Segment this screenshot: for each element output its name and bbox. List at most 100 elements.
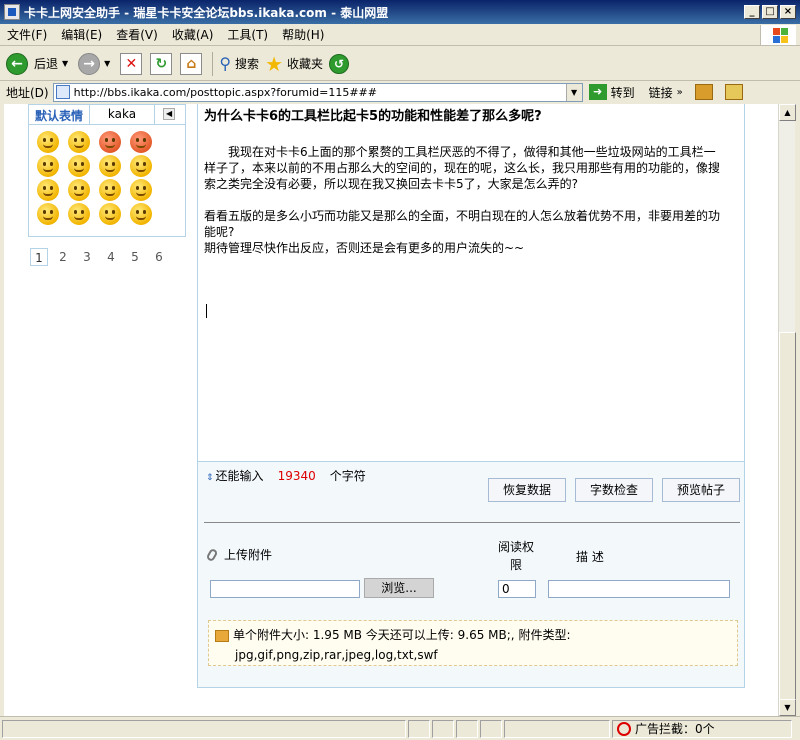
forward-dropdown-icon[interactable]: ▼: [104, 59, 110, 68]
popup-blocker-status[interactable]: 广告拦截：0个: [612, 719, 792, 738]
resize-handle-icon[interactable]: ⇕: [206, 473, 214, 483]
status-cell: [2, 719, 406, 738]
upload-label: 上传附件: [224, 548, 273, 562]
page-link-6[interactable]: 6: [150, 248, 168, 266]
minimize-button[interactable]: _: [744, 5, 760, 19]
smiley-icon[interactable]: [99, 131, 121, 153]
page-content: 默认表情 kaka ◀ 1 2 3 4 5 6 为什么卡卡6的工具栏比起卡5的功…: [4, 104, 778, 716]
back-dropdown-icon[interactable]: ▼: [62, 59, 68, 68]
history-button[interactable]: ↺: [329, 53, 350, 74]
editor-footer: ⇕ 还能输入 19340 个字符 恢复数据 字数检查 预览帖子 上传附件 阅读权限 描…: [197, 462, 745, 688]
page-link-5[interactable]: 5: [126, 248, 144, 266]
tab-kaka-smileys[interactable]: kaka: [89, 105, 156, 124]
status-cell: [480, 719, 502, 738]
smiley-icon[interactable]: [37, 203, 59, 225]
smiley-icon[interactable]: [37, 131, 59, 153]
smiley-icon[interactable]: [130, 179, 152, 201]
browser-icon: [4, 4, 20, 20]
address-label: 地址(D): [6, 85, 49, 100]
restore-data-button[interactable]: 恢复数据: [488, 478, 566, 502]
smiley-icon[interactable]: [68, 131, 90, 153]
page-link-2[interactable]: 2: [54, 248, 72, 266]
status-cell: [408, 719, 430, 738]
smiley-icon[interactable]: [99, 203, 121, 225]
smiley-icon[interactable]: [130, 155, 152, 177]
tab-scroll-left-icon[interactable]: ◀: [163, 108, 176, 120]
favorites-label: 收藏夹: [287, 57, 324, 71]
address-dropdown-icon[interactable]: ▼: [565, 83, 582, 101]
address-bar: 地址(D) http://bbs.ikaka.com/posttopic.asp…: [0, 82, 800, 102]
close-button[interactable]: ×: [780, 5, 796, 19]
smiley-pager: 1 2 3 4 5 6: [30, 248, 168, 266]
scroll-up-icon[interactable]: ▲: [779, 104, 796, 121]
menu-file[interactable]: 文件(F): [0, 26, 54, 43]
read-permission-input[interactable]: 0: [498, 580, 536, 598]
file-path-input[interactable]: [210, 580, 360, 598]
stop-icon[interactable]: ✕: [120, 52, 143, 75]
smiley-icon[interactable]: [68, 203, 90, 225]
post-editor[interactable]: 为什么卡卡6的工具栏比起卡5的功能和性能差了那么多呢? 我现在对卡卡6上面的那个…: [197, 104, 745, 462]
post-paragraph: 看看五版的是多么小巧而功能又是那么的全面，不明白现在的人怎么放着优势不用，非要用…: [204, 209, 721, 239]
back-button[interactable]: ← 后退 ▼: [6, 52, 72, 75]
maximize-button[interactable]: □: [762, 5, 778, 19]
scroll-down-icon[interactable]: ▼: [779, 699, 796, 716]
back-label: 后退: [34, 57, 59, 71]
browse-button[interactable]: 浏览...: [364, 578, 434, 598]
links-button[interactable]: 链接: [649, 84, 673, 101]
lock-icon[interactable]: [724, 84, 743, 100]
window-title: 卡卡上网安全助手 - 瑞星卡卡安全论坛bbs.ikaka.com - 泰山网盟: [24, 5, 389, 20]
smiley-grid: [29, 125, 185, 225]
info-book-icon: [215, 629, 229, 642]
menu-view[interactable]: 查看(V): [109, 26, 165, 43]
back-arrow-icon: ←: [6, 52, 28, 75]
tab-default-smileys[interactable]: 默认表情: [29, 105, 89, 124]
post-paragraph: 期待管理尽快作出反应，否则还是会有更多的用户流失的~~: [204, 241, 525, 255]
search-button[interactable]: ⚲ 搜索: [219, 54, 259, 73]
smiley-icon[interactable]: [99, 179, 121, 201]
smiley-icon[interactable]: [68, 155, 90, 177]
menu-bar: 文件(F) 编辑(E) 查看(V) 收藏(A) 工具(T) 帮助(H): [0, 24, 800, 46]
smiley-icon[interactable]: [37, 179, 59, 201]
window-controls: _ □ ×: [744, 5, 796, 19]
page-link-3[interactable]: 3: [78, 248, 96, 266]
page-link-4[interactable]: 4: [102, 248, 120, 266]
attachment-size-info: 单个附件大小: 1.95 MB 今天还可以上传: 9.65 MB;, 附件类型:: [233, 628, 571, 642]
forward-arrow-icon: →: [78, 52, 101, 75]
divider: [204, 522, 740, 523]
kaka-toolbar-icon[interactable]: [694, 84, 713, 100]
read-permission-label: 阅读权限: [497, 540, 534, 572]
favorites-button[interactable]: ★ 收藏夹: [265, 52, 323, 76]
attachment-types: jpg,gif,png,zip,rar,jpeg,log,txt,swf: [235, 648, 438, 662]
preview-post-button[interactable]: 预览帖子: [662, 478, 740, 502]
popup-blocker-icon: [617, 721, 631, 736]
text-caret: [206, 304, 207, 318]
description-input[interactable]: [548, 580, 730, 598]
smiley-icon[interactable]: [99, 155, 121, 177]
smiley-icon[interactable]: [130, 203, 152, 225]
menu-edit[interactable]: 编辑(E): [54, 26, 109, 43]
history-icon: ↺: [329, 53, 350, 74]
page-link-1[interactable]: 1: [30, 248, 48, 266]
forward-button[interactable]: → ▼: [78, 52, 114, 75]
chevron-right-icon[interactable]: »: [677, 87, 683, 98]
go-button[interactable]: ➜ 转到: [588, 84, 635, 101]
scrollbar-thumb[interactable]: [779, 332, 796, 702]
status-cell: [432, 719, 454, 738]
menu-favorites[interactable]: 收藏(A): [165, 26, 221, 43]
address-input[interactable]: http://bbs.ikaka.com/posttopic.aspx?foru…: [52, 82, 583, 102]
page-icon: [55, 85, 70, 99]
go-arrow-icon: ➜: [588, 84, 607, 100]
word-count-button[interactable]: 字数检查: [575, 478, 653, 502]
post-body[interactable]: 我现在对卡卡6上面的那个累赘的工具栏厌恶的不得了，做得和其他一些垃圾网站的工具栏…: [204, 144, 724, 256]
refresh-icon[interactable]: ↻: [150, 52, 173, 75]
home-icon[interactable]: ⌂: [180, 52, 203, 75]
menu-help[interactable]: 帮助(H): [275, 26, 331, 43]
windows-logo-icon: [760, 25, 796, 45]
vertical-scrollbar[interactable]: ▲ ▼: [778, 104, 796, 716]
popup-blocker-text: 广告拦截：0个: [635, 721, 715, 736]
menu-tools[interactable]: 工具(T): [220, 26, 275, 43]
smiley-icon[interactable]: [37, 155, 59, 177]
smiley-icon[interactable]: [130, 131, 152, 153]
smiley-icon[interactable]: [68, 179, 90, 201]
address-url[interactable]: http://bbs.ikaka.com/posttopic.aspx?foru…: [74, 86, 377, 99]
